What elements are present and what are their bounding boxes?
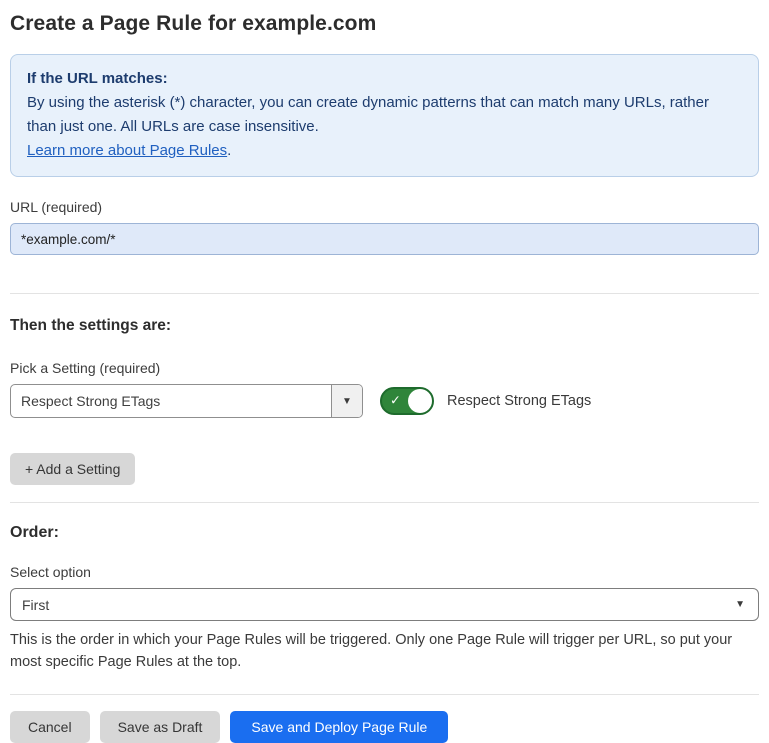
cancel-button[interactable]: Cancel [10, 711, 90, 743]
chevron-down-icon: ▼ [342, 396, 352, 407]
save-as-draft-button[interactable]: Save as Draft [100, 711, 221, 743]
page-title: Create a Page Rule for example.com [10, 12, 759, 36]
link-period: . [227, 142, 231, 159]
order-help-text: This is the order in which your Page Rul… [10, 629, 759, 673]
setting-select-arrow-segment[interactable]: ▼ [331, 385, 362, 417]
respect-strong-etags-toggle[interactable]: ✓ [380, 387, 434, 415]
info-box-link-line: Learn more about Page Rules. [27, 139, 742, 163]
info-box-heading: If the URL matches: [27, 67, 742, 91]
create-page-rule-form: Create a Page Rule for example.com If th… [0, 0, 769, 743]
setting-select-value: Respect Strong ETags [11, 393, 331, 409]
check-icon: ✓ [390, 393, 401, 409]
order-section-heading: Order: [10, 524, 759, 542]
toggle-label: Respect Strong ETags [447, 393, 591, 409]
divider-settings-order [10, 502, 759, 503]
add-setting-button[interactable]: + Add a Setting [10, 453, 135, 485]
footer-button-row: Cancel Save as Draft Save and Deploy Pag… [10, 711, 759, 743]
order-select[interactable]: First ▼ [10, 588, 759, 621]
setting-select[interactable]: Respect Strong ETags ▼ [10, 384, 363, 418]
url-input[interactable] [10, 223, 759, 255]
setting-picker-label: Pick a Setting (required) [10, 360, 759, 376]
chevron-down-icon: ▼ [735, 599, 758, 610]
info-box-body: By using the asterisk (*) character, you… [27, 91, 742, 139]
toggle-knob [408, 389, 432, 413]
divider-footer [10, 694, 759, 695]
divider-url-settings [10, 293, 759, 294]
save-and-deploy-button[interactable]: Save and Deploy Page Rule [230, 711, 448, 743]
order-select-value: First [11, 597, 735, 613]
setting-row: Respect Strong ETags ▼ ✓ Respect Strong … [10, 384, 759, 418]
url-match-info-box: If the URL matches: By using the asteris… [10, 54, 759, 177]
learn-more-link[interactable]: Learn more about Page Rules [27, 142, 227, 159]
settings-section-heading: Then the settings are: [10, 317, 759, 335]
url-field-label: URL (required) [10, 199, 759, 215]
order-select-label: Select option [10, 564, 759, 580]
